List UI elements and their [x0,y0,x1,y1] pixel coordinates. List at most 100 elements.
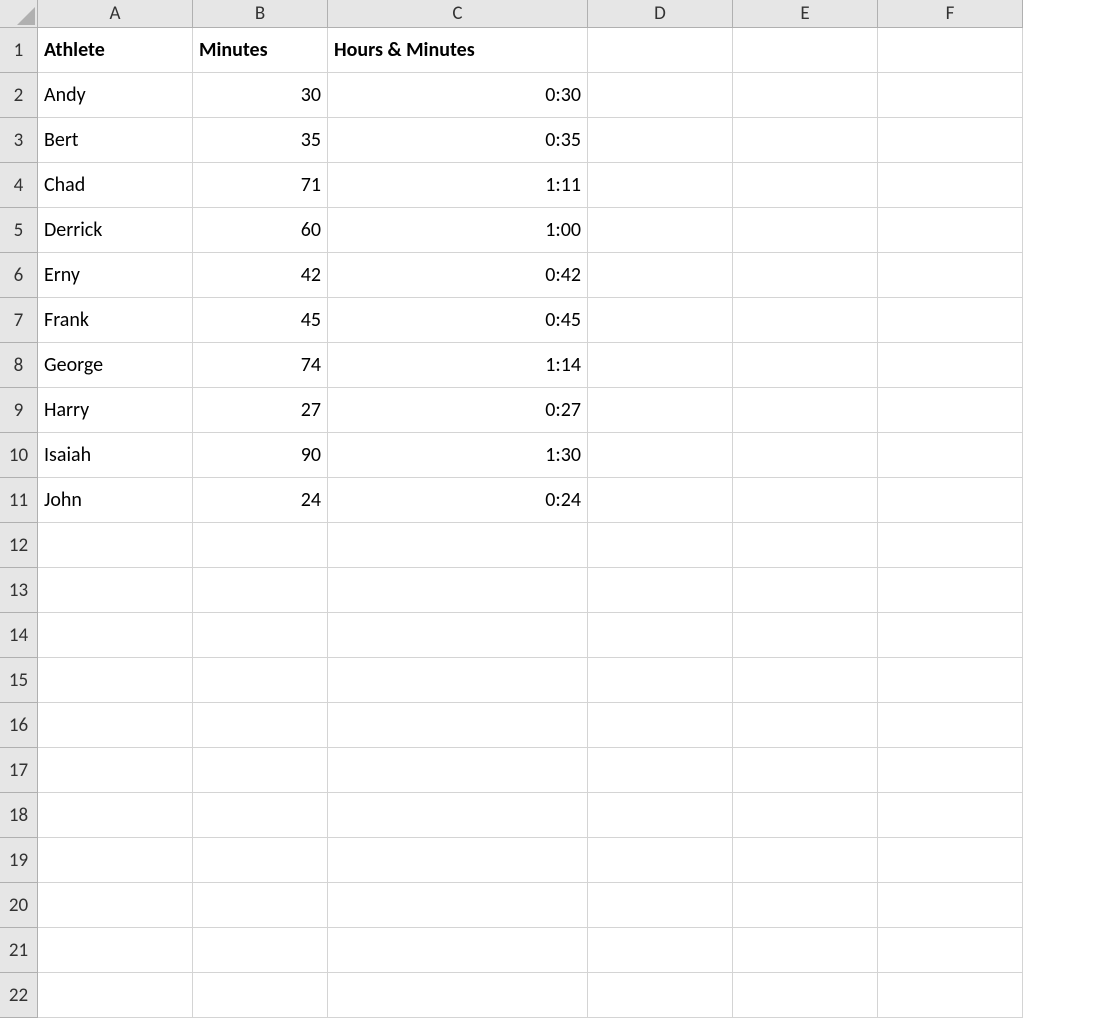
cell-E4[interactable] [733,163,878,208]
cell-B15[interactable] [193,658,328,703]
cell-A17[interactable] [38,748,193,793]
cell-A7[interactable]: Frank [38,298,193,343]
column-header-B[interactable]: B [193,0,328,28]
cell-E11[interactable] [733,478,878,523]
cell-D1[interactable] [588,28,733,73]
cell-D18[interactable] [588,793,733,838]
row-header-21[interactable]: 21 [0,928,38,973]
row-header-7[interactable]: 7 [0,298,38,343]
cell-A22[interactable] [38,973,193,1018]
row-header-13[interactable]: 13 [0,568,38,613]
cell-A2[interactable]: Andy [38,73,193,118]
cell-F18[interactable] [878,793,1023,838]
cell-B17[interactable] [193,748,328,793]
cell-F21[interactable] [878,928,1023,973]
cell-F17[interactable] [878,748,1023,793]
cell-F6[interactable] [878,253,1023,298]
row-header-2[interactable]: 2 [0,73,38,118]
cell-B4[interactable]: 71 [193,163,328,208]
cell-D21[interactable] [588,928,733,973]
row-header-14[interactable]: 14 [0,613,38,658]
cell-F20[interactable] [878,883,1023,928]
cell-B21[interactable] [193,928,328,973]
cell-E18[interactable] [733,793,878,838]
column-header-F[interactable]: F [878,0,1023,28]
cell-E14[interactable] [733,613,878,658]
cell-C14[interactable] [328,613,588,658]
cell-F15[interactable] [878,658,1023,703]
cell-B7[interactable]: 45 [193,298,328,343]
cell-F11[interactable] [878,478,1023,523]
row-header-17[interactable]: 17 [0,748,38,793]
cell-E9[interactable] [733,388,878,433]
cell-B22[interactable] [193,973,328,1018]
cell-A3[interactable]: Bert [38,118,193,163]
cell-F8[interactable] [878,343,1023,388]
cell-D5[interactable] [588,208,733,253]
row-header-9[interactable]: 9 [0,388,38,433]
cell-F13[interactable] [878,568,1023,613]
cell-C18[interactable] [328,793,588,838]
row-header-3[interactable]: 3 [0,118,38,163]
cell-D10[interactable] [588,433,733,478]
row-header-6[interactable]: 6 [0,253,38,298]
cell-F16[interactable] [878,703,1023,748]
cell-F12[interactable] [878,523,1023,568]
cell-A13[interactable] [38,568,193,613]
column-header-E[interactable]: E [733,0,878,28]
cell-D17[interactable] [588,748,733,793]
cell-C15[interactable] [328,658,588,703]
cell-E15[interactable] [733,658,878,703]
cell-D7[interactable] [588,298,733,343]
cell-D6[interactable] [588,253,733,298]
cell-E6[interactable] [733,253,878,298]
cell-B8[interactable]: 74 [193,343,328,388]
row-header-8[interactable]: 8 [0,343,38,388]
cell-D20[interactable] [588,883,733,928]
row-header-4[interactable]: 4 [0,163,38,208]
cell-D2[interactable] [588,73,733,118]
cell-A19[interactable] [38,838,193,883]
cell-B2[interactable]: 30 [193,73,328,118]
cell-C13[interactable] [328,568,588,613]
cell-E8[interactable] [733,343,878,388]
cell-B19[interactable] [193,838,328,883]
cell-F3[interactable] [878,118,1023,163]
cell-F14[interactable] [878,613,1023,658]
cell-A18[interactable] [38,793,193,838]
cell-C8[interactable]: 1:14 [328,343,588,388]
cell-C17[interactable] [328,748,588,793]
cell-F19[interactable] [878,838,1023,883]
cell-C10[interactable]: 1:30 [328,433,588,478]
cell-C9[interactable]: 0:27 [328,388,588,433]
cell-C1[interactable]: Hours & Minutes [328,28,588,73]
cell-A5[interactable]: Derrick [38,208,193,253]
row-header-20[interactable]: 20 [0,883,38,928]
cell-A4[interactable]: Chad [38,163,193,208]
cell-F10[interactable] [878,433,1023,478]
cell-E5[interactable] [733,208,878,253]
cell-F5[interactable] [878,208,1023,253]
cell-A8[interactable]: George [38,343,193,388]
cell-B18[interactable] [193,793,328,838]
cell-A14[interactable] [38,613,193,658]
cell-B20[interactable] [193,883,328,928]
cell-B13[interactable] [193,568,328,613]
column-header-C[interactable]: C [328,0,588,28]
cell-E16[interactable] [733,703,878,748]
cell-F22[interactable] [878,973,1023,1018]
row-header-16[interactable]: 16 [0,703,38,748]
cell-E7[interactable] [733,298,878,343]
cell-E2[interactable] [733,73,878,118]
cell-A16[interactable] [38,703,193,748]
row-header-22[interactable]: 22 [0,973,38,1018]
cell-C5[interactable]: 1:00 [328,208,588,253]
cell-D9[interactable] [588,388,733,433]
cell-C6[interactable]: 0:42 [328,253,588,298]
cell-C4[interactable]: 1:11 [328,163,588,208]
cell-C3[interactable]: 0:35 [328,118,588,163]
cell-B16[interactable] [193,703,328,748]
cell-A21[interactable] [38,928,193,973]
cell-B12[interactable] [193,523,328,568]
cell-D19[interactable] [588,838,733,883]
